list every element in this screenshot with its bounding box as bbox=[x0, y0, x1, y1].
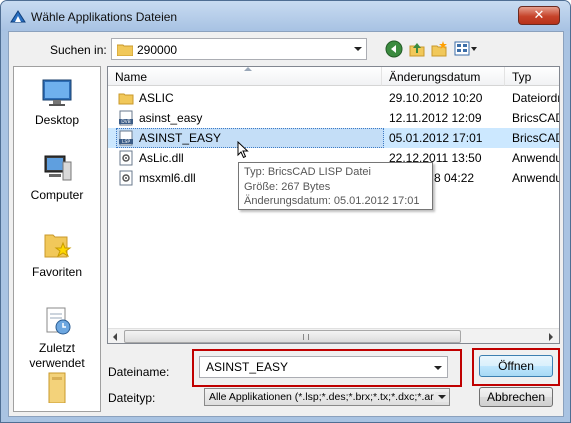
place-recent[interactable]: Zuletzt verwendet bbox=[14, 305, 100, 371]
place-label: Desktop bbox=[34, 113, 80, 127]
file-date: 05.01.2012 17:01 bbox=[389, 131, 483, 145]
file-name: ASINST_EASY bbox=[139, 131, 222, 145]
file-date: 29.10.2012 10:20 bbox=[389, 91, 483, 105]
grip-icon bbox=[303, 334, 309, 340]
scrollbar-thumb[interactable] bbox=[124, 330, 461, 343]
file-tooltip: Typ: BricsCAD LISP Datei Größe: 267 Byte… bbox=[238, 162, 433, 210]
file-type: Anwendu bbox=[512, 171, 560, 185]
file-type: Anwendu bbox=[512, 151, 560, 165]
filetype-label: Dateityp: bbox=[108, 391, 156, 405]
column-header-name[interactable]: Name bbox=[108, 67, 382, 86]
filetype-value: Alle Applikationen (*.lsp;*.des;*.brx;*.… bbox=[209, 391, 434, 403]
file-type: Dateiordn bbox=[512, 91, 560, 105]
list-item-selected[interactable]: LSP ASINST_EASY 05.01.2012 17:01 BricsCA… bbox=[108, 128, 560, 148]
scroll-left-icon[interactable] bbox=[113, 333, 117, 341]
column-header-type[interactable]: Typ bbox=[505, 67, 559, 86]
dll-file-icon bbox=[119, 170, 133, 186]
new-folder-icon[interactable] bbox=[430, 40, 448, 58]
folder-icon bbox=[118, 93, 134, 105]
file-name: AsLic.dll bbox=[139, 151, 184, 165]
computer-icon bbox=[44, 155, 72, 181]
dialog-client-area: Suchen in: 290000 Desktop Computer Favor… bbox=[8, 31, 564, 417]
filename-input[interactable]: ASINST_EASY bbox=[199, 356, 448, 378]
file-type: BricsCAD bbox=[512, 131, 560, 145]
file-type: BricsCAD bbox=[512, 111, 560, 125]
file-name: asinst_easy bbox=[139, 111, 203, 125]
place-label: Zuletzt verwendet bbox=[29, 341, 85, 370]
file-date: 8 04:22 bbox=[434, 171, 475, 185]
tooltip-date: Änderungsdatum: 05.01.2012 17:01 bbox=[244, 195, 420, 207]
chevron-down-icon[interactable] bbox=[438, 395, 446, 399]
chevron-down-icon[interactable] bbox=[434, 366, 442, 370]
place-computer[interactable]: Computer bbox=[14, 152, 100, 202]
mouse-cursor-icon bbox=[237, 141, 249, 159]
places-bar: Desktop Computer Favoriten Zuletzt verwe… bbox=[13, 66, 101, 412]
close-button[interactable]: ✕ bbox=[518, 6, 560, 25]
open-button[interactable]: Öffnen bbox=[479, 355, 553, 377]
libraries-icon bbox=[48, 372, 66, 403]
svg-text:LSP: LSP bbox=[122, 139, 130, 145]
sort-ascending-icon bbox=[244, 67, 252, 71]
place-favorites[interactable]: Favoriten bbox=[14, 229, 100, 279]
file-name: msxml6.dll bbox=[139, 171, 196, 185]
window-title: Wähle Applikations Dateien bbox=[31, 10, 178, 24]
horizontal-scrollbar[interactable] bbox=[108, 328, 559, 343]
back-icon[interactable] bbox=[385, 40, 403, 58]
tooltip-type: Typ: BricsCAD LISP Datei bbox=[244, 166, 371, 178]
tooltip-size: Größe: 267 Bytes bbox=[244, 180, 331, 193]
view-menu-icon[interactable] bbox=[454, 40, 478, 58]
chevron-down-icon[interactable] bbox=[354, 47, 362, 51]
title-bar[interactable]: Wähle Applikations Dateien ✕ bbox=[1, 1, 570, 31]
svg-text:DVB: DVB bbox=[121, 119, 131, 125]
favorites-icon bbox=[44, 234, 72, 258]
recent-icon bbox=[46, 307, 71, 335]
place-desktop[interactable]: Desktop bbox=[14, 77, 100, 127]
filename-value: ASINST_EASY bbox=[206, 360, 289, 374]
dvb-file-icon: DVB bbox=[119, 110, 133, 126]
desktop-icon bbox=[42, 79, 72, 106]
lsp-file-icon: LSP bbox=[119, 130, 133, 146]
column-header-date[interactable]: Änderungsdatum bbox=[382, 67, 505, 86]
file-dialog-window: Wähle Applikations Dateien ✕ Suchen in: … bbox=[0, 0, 571, 423]
dll-file-icon bbox=[119, 150, 133, 166]
lookin-label: Suchen in: bbox=[50, 43, 107, 57]
list-item[interactable]: ASLIC 29.10.2012 10:20 Dateiordn bbox=[108, 88, 560, 108]
file-date: 12.11.2012 12:09 bbox=[389, 111, 482, 125]
folder-icon bbox=[117, 44, 133, 56]
list-item[interactable]: DVB asinst_easy 12.11.2012 12:09 BricsCA… bbox=[108, 108, 560, 128]
lookin-value: 290000 bbox=[137, 43, 178, 57]
cancel-button[interactable]: Abbrechen bbox=[479, 387, 553, 407]
file-name: ASLIC bbox=[139, 91, 174, 105]
place-label: Computer bbox=[30, 188, 84, 202]
up-folder-icon[interactable] bbox=[408, 40, 426, 58]
filename-label: Dateiname: bbox=[108, 365, 170, 379]
scroll-right-icon[interactable] bbox=[549, 333, 553, 341]
place-libraries[interactable] bbox=[14, 371, 100, 407]
place-label: Favoriten bbox=[31, 265, 83, 279]
filetype-select[interactable]: Alle Applikationen (*.lsp;*.des;*.brx;*.… bbox=[204, 388, 450, 406]
lookin-combo[interactable]: 290000 bbox=[111, 38, 367, 60]
bricscad-app-icon bbox=[10, 10, 26, 23]
